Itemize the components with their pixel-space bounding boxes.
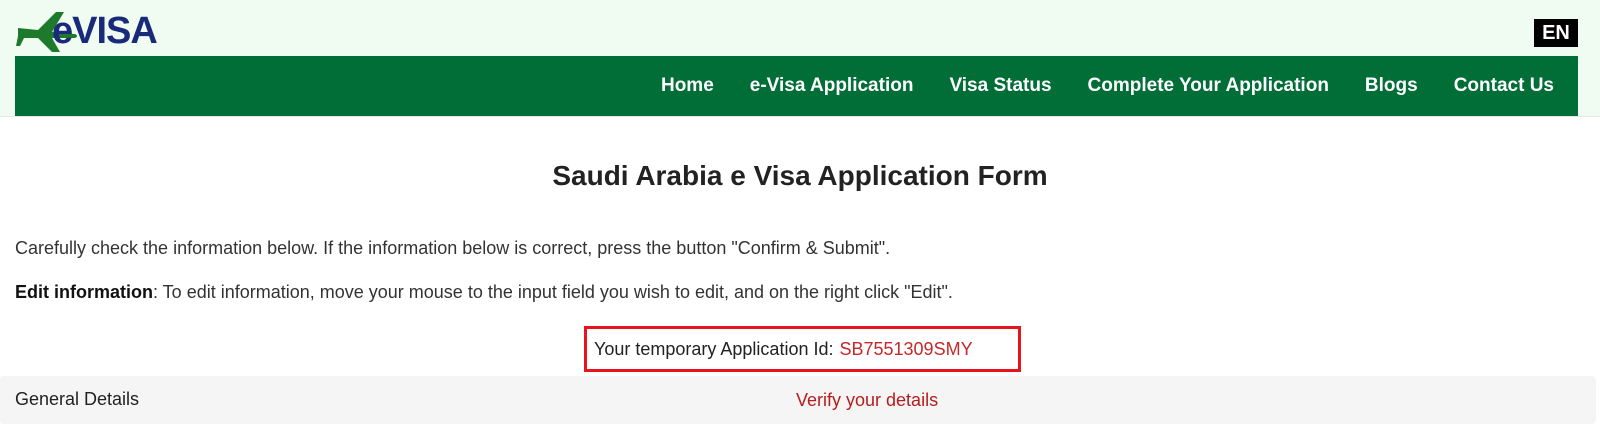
application-id-label: Your temporary Application Id: bbox=[594, 338, 834, 359]
edit-label: Edit information bbox=[15, 282, 153, 302]
edit-text: : To edit information, move your mouse t… bbox=[153, 282, 953, 302]
verify-details-note: Verify your details bbox=[796, 390, 939, 410]
general-details-section[interactable]: General Details Verify your details bbox=[0, 376, 1596, 424]
page-title: Saudi Arabia e Visa Application Form bbox=[552, 160, 1048, 191]
application-id-value: SB7551309SMY bbox=[839, 338, 973, 359]
nav-evisa-application[interactable]: e-Visa Application bbox=[732, 75, 932, 97]
edit-instruction: Edit information: To edit information, m… bbox=[15, 282, 953, 303]
nav-blogs[interactable]: Blogs bbox=[1347, 75, 1436, 97]
nav-home[interactable]: Home bbox=[643, 75, 732, 97]
section-title: General Details bbox=[15, 389, 140, 409]
main-navigation: Home e-Visa Application Visa Status Comp… bbox=[15, 56, 1578, 116]
language-selector[interactable]: EN bbox=[1534, 19, 1578, 47]
nav-visa-status[interactable]: Visa Status bbox=[931, 75, 1069, 97]
review-instruction: Carefully check the information below. I… bbox=[15, 238, 891, 258]
nav-contact-us[interactable]: Contact Us bbox=[1436, 75, 1572, 97]
logo-text: eVISA bbox=[52, 10, 158, 52]
application-id-box: Your temporary Application Id: SB7551309… bbox=[584, 326, 1021, 372]
site-logo[interactable]: eVISA bbox=[16, 6, 158, 52]
nav-complete-application[interactable]: Complete Your Application bbox=[1070, 75, 1347, 97]
